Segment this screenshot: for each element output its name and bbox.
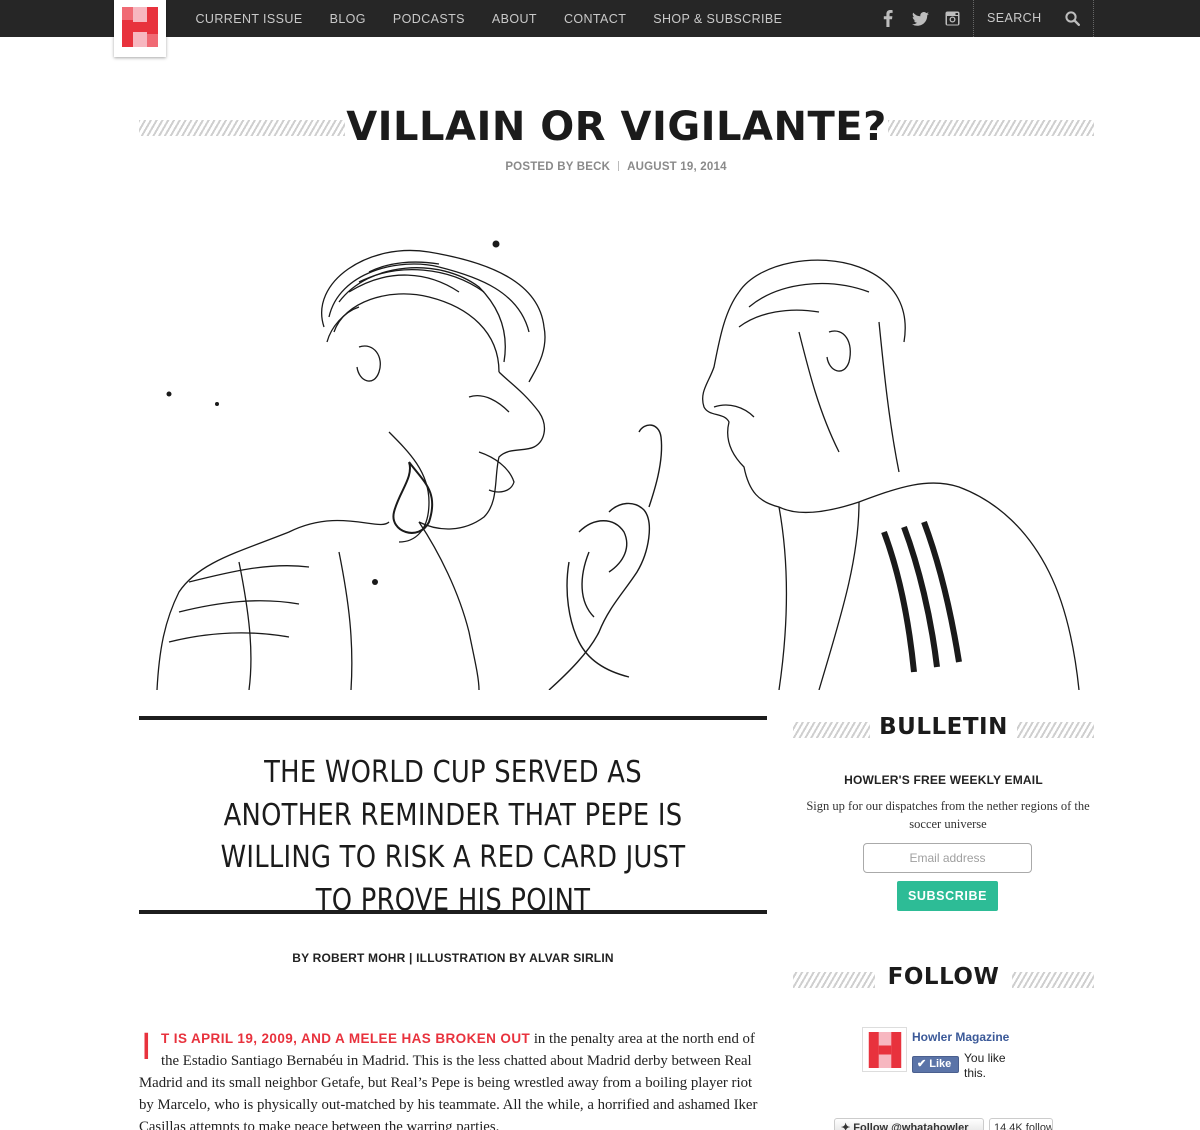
post-title: VILLAIN OR VIGILANTE? <box>346 104 887 150</box>
post-author[interactable]: POSTED BY BECK <box>505 161 610 173</box>
twitter-icon[interactable] <box>904 0 936 37</box>
instagram-icon[interactable] <box>936 0 968 37</box>
meta-separator <box>618 161 620 171</box>
post-date: AUGUST 19, 2014 <box>627 161 727 173</box>
howler-h-logo-icon <box>122 7 158 47</box>
twitter-follower-count: 14.4K followers <box>989 1118 1053 1130</box>
twitter-follow-label: Follow @whatahowler <box>853 1122 969 1130</box>
nav-contact[interactable]: CONTACT <box>564 12 626 26</box>
nav-blog[interactable]: BLOG <box>330 12 366 26</box>
lead-in: T IS APRIL 19, 2009, AND A MELEE HAS BRO… <box>161 1031 531 1046</box>
search-label[interactable]: SEARCH <box>987 0 1042 37</box>
follow-hatch-left <box>793 972 875 988</box>
title-hatch-left <box>139 120 345 136</box>
facebook-icon[interactable] <box>872 0 904 37</box>
article-illustration <box>139 232 1094 690</box>
email-input[interactable] <box>863 843 1032 873</box>
subscribe-button[interactable]: SUBSCRIBE <box>897 881 998 911</box>
twitter-bird-icon: ✦ <box>841 1122 851 1130</box>
howler-h-logo-icon <box>868 1032 902 1068</box>
follow-hatch-right <box>1012 972 1094 988</box>
article-byline: BY ROBERT MOHR | ILLUSTRATION BY ALVAR S… <box>292 951 614 965</box>
top-navigation-bar: CURRENT ISSUE BLOG PODCASTS ABOUT CONTAC… <box>0 0 1200 37</box>
bulletin-hatch-left <box>793 722 870 738</box>
pull-quote: THE WORLD CUP SERVED AS ANOTHER REMINDER… <box>220 755 686 918</box>
facebook-like-status: You like this. <box>964 1051 1006 1080</box>
social-links <box>872 0 968 37</box>
bulletin-subheading: HOWLER'S FREE WEEKLY EMAIL <box>844 773 1043 787</box>
nav-podcasts[interactable]: PODCASTS <box>393 12 465 26</box>
twitter-follow-button[interactable]: ✦ Follow @whatahowler <box>834 1118 984 1130</box>
pull-quote-rule-bottom <box>139 910 767 914</box>
nav-shop-subscribe[interactable]: SHOP & SUBSCRIBE <box>653 12 782 26</box>
checkmark-icon: ✔ <box>917 1058 927 1070</box>
title-hatch-right <box>888 120 1094 136</box>
bulletin-description: Sign up for our dispatches from the neth… <box>806 799 1090 831</box>
nav-current-issue[interactable]: CURRENT ISSUE <box>196 12 303 26</box>
facebook-like-box: Howler Magazine ✔ Like You like this. <box>862 1027 1062 1080</box>
facebook-like-button[interactable]: ✔ Like <box>912 1056 959 1073</box>
facebook-page-name[interactable]: Howler Magazine <box>912 1030 1009 1044</box>
drop-cap: I <box>141 1026 152 1068</box>
howler-logo[interactable] <box>114 0 166 57</box>
article-body: I T IS APRIL 19, 2009, AND A MELEE HAS BR… <box>139 1028 767 1130</box>
like-label: Like <box>929 1058 952 1070</box>
pull-quote-rule-top <box>139 716 767 720</box>
follow-heading: FOLLOW <box>887 964 1000 990</box>
bulletin-heading: BULLETIN <box>879 714 1008 740</box>
nav-about[interactable]: ABOUT <box>492 12 537 26</box>
nav-divider <box>1093 0 1094 37</box>
search-icon[interactable] <box>1065 11 1081 31</box>
main-nav: CURRENT ISSUE BLOG PODCASTS ABOUT CONTAC… <box>182 0 796 37</box>
facebook-page-avatar[interactable] <box>862 1027 907 1072</box>
bulletin-hatch-right <box>1017 722 1094 738</box>
post-meta: POSTED BY BECK AUGUST 19, 2014 <box>0 161 1200 173</box>
nav-divider <box>973 0 974 37</box>
